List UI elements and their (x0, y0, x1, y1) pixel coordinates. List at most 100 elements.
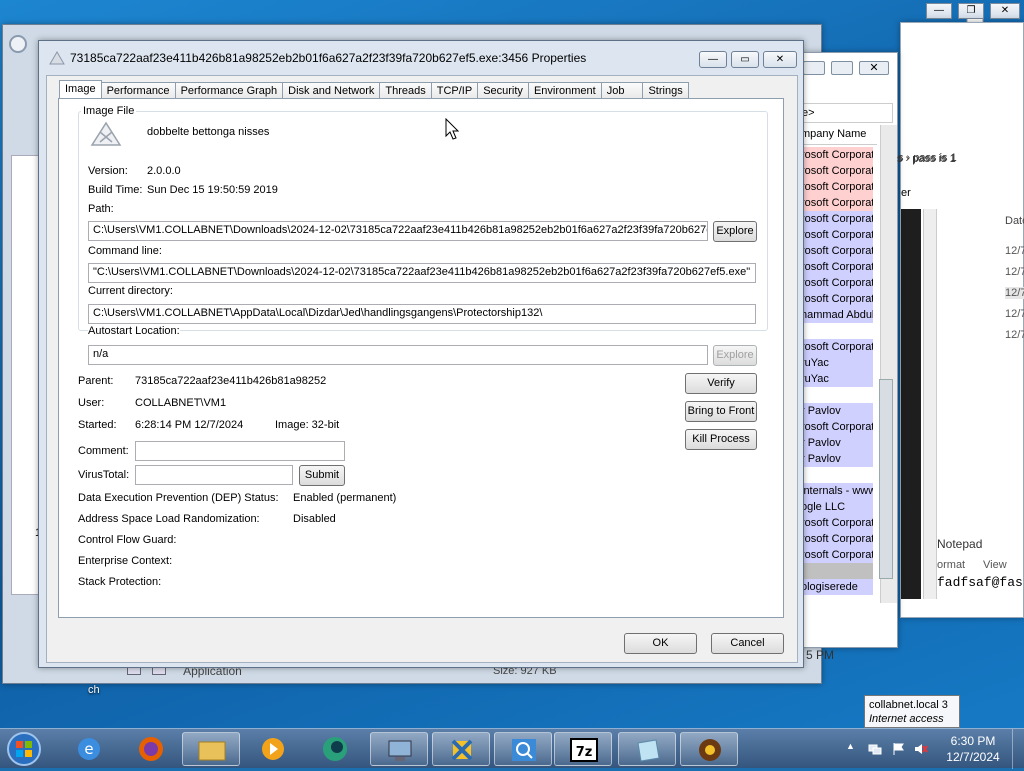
list-row[interactable]: ruYac (801, 355, 873, 371)
taskbar-file-explorer[interactable] (182, 732, 240, 766)
ok-button[interactable]: OK (624, 633, 697, 654)
ch-desktop-icon-label[interactable]: ch (88, 684, 100, 696)
list-close-button[interactable]: ✕ (859, 61, 889, 75)
verify-button[interactable]: Verify (685, 373, 757, 394)
dialog-close-button[interactable]: ✕ (763, 51, 797, 68)
list-row[interactable]: rosoft Corporat (801, 531, 873, 547)
taskbar-7zip[interactable]: 7z (554, 732, 612, 766)
submit-button[interactable]: Submit (299, 465, 345, 486)
list-scroll-thumb[interactable] (879, 379, 893, 579)
taskbar-search-app[interactable] (494, 732, 552, 766)
list-row[interactable] (801, 387, 873, 403)
puzzle-icon (451, 739, 473, 761)
autostart-explore-button[interactable]: Explore (713, 345, 757, 366)
build-time-label: Build Time: (88, 184, 143, 196)
command-line-field[interactable]: "C:\Users\VM1.COLLABNET\Downloads\2024-1… (88, 263, 756, 283)
list-row[interactable]: r Pavlov (801, 435, 873, 451)
list-row[interactable]: rosoft Corporat (801, 179, 873, 195)
list-row[interactable]: rosoft Corporat (801, 195, 873, 211)
notepad-menu-view[interactable]: View (983, 559, 1007, 571)
autostart-field[interactable]: n/a (88, 345, 708, 365)
network-icon[interactable] (868, 742, 882, 756)
media-player-icon (262, 738, 284, 760)
taskbar-puzzle-app[interactable] (432, 732, 490, 766)
list-row[interactable]: rosoft Corporat (801, 547, 873, 563)
list-row[interactable]: ruYac (801, 371, 873, 387)
list-row[interactable] (801, 323, 873, 339)
company-name-column-header[interactable]: mpany Name (797, 125, 877, 145)
close-button[interactable]: ✕ (990, 3, 1020, 19)
list-row[interactable]: rosoft Corporat (801, 147, 873, 163)
image-description: dobbelte bettonga nisses (147, 126, 270, 138)
current-directory-field[interactable]: C:\Users\VM1.COLLABNET\AppData\Local\Diz… (88, 304, 756, 324)
taskbar-media-player[interactable] (244, 732, 302, 766)
taskbar-firefox[interactable] (122, 732, 180, 766)
list-row[interactable]: r Pavlov (801, 403, 873, 419)
list-row[interactable]: r Pavlov (801, 451, 873, 467)
user-value: COLLABNET\VM1 (135, 397, 227, 409)
show-hidden-icons-button[interactable]: ▲ (846, 741, 855, 751)
dates-header[interactable]: Date (1005, 215, 1024, 227)
volume-muted-icon[interactable] (914, 742, 928, 756)
list-row[interactable]: rosoft Corporat (801, 515, 873, 531)
list-row[interactable]: rosoft Corporat (801, 291, 873, 307)
list-row[interactable]: ologiserede (801, 579, 873, 595)
list-top-field[interactable]: e> (797, 103, 893, 123)
kill-process-button[interactable]: Kill Process (685, 429, 757, 450)
taskbar-clock[interactable]: 6:30 PM 12/7/2024 (938, 733, 1008, 765)
list-row[interactable]: rosoft Corporat (801, 339, 873, 355)
tab-strip: Image Performance Performance Graph Disk an… (59, 79, 689, 102)
list-row[interactable]: hammad Abdul (801, 307, 873, 323)
list-row[interactable]: rosoft Corporat (801, 227, 873, 243)
virustotal-field[interactable] (135, 465, 293, 485)
show-desktop-button[interactable] (1012, 729, 1024, 769)
list-row[interactable]: ogle LLC (801, 499, 873, 515)
list-row[interactable]: internals - www (801, 483, 873, 499)
app-icon (49, 51, 65, 65)
taskbar-fraps[interactable] (680, 732, 738, 766)
list-row[interactable] (801, 467, 873, 483)
taskbar-notepad[interactable] (618, 732, 676, 766)
bring-to-front-button[interactable]: Bring to Front (685, 401, 757, 422)
autostart-label: Autostart Location: (88, 325, 180, 337)
command-line-label: Command line: (88, 245, 162, 257)
list-minimize-button[interactable] (803, 61, 825, 75)
path-field[interactable]: C:\Users\VM1.COLLABNET\Downloads\2024-12… (88, 221, 708, 241)
date-cell-1: 12/7 (1005, 245, 1024, 257)
clock-date: 12/7/2024 (946, 750, 1000, 764)
process-list-window: ✕ e> mpany Name rosoft Corporat rosoft Co… (796, 52, 956, 648)
dep-value: Enabled (permanent) (293, 492, 397, 504)
dialog-maximize-button[interactable]: ▭ (731, 51, 759, 68)
list-row[interactable]: rosoft Corporat (801, 275, 873, 291)
notepad-menu-format[interactable]: ormat (937, 559, 965, 571)
list-row[interactable]: rosoft Corporat (801, 243, 873, 259)
aslr-label: Address Space Load Randomization: (78, 513, 260, 525)
cancel-button[interactable]: Cancel (711, 633, 784, 654)
list-restore-button[interactable] (831, 61, 853, 75)
start-button[interactable] (4, 730, 48, 768)
comment-field[interactable] (135, 441, 345, 461)
windows-orb-icon (7, 732, 41, 766)
list-row[interactable] (801, 563, 873, 579)
list-row[interactable]: rosoft Corporat (801, 163, 873, 179)
comment-label: Comment: (78, 445, 129, 457)
virustotal-label: VirusTotal: (78, 469, 130, 481)
7zip-icon: 7z (570, 738, 598, 762)
image-bits-value: Image: 32-bit (275, 419, 340, 431)
dialog-body: Image Performance Performance Graph Disk an… (46, 75, 798, 663)
vertical-splitter[interactable] (923, 209, 937, 599)
folder-icon (198, 741, 226, 761)
restore-button[interactable]: ❐ (958, 3, 984, 19)
minimize-button[interactable]: — (926, 3, 952, 19)
taskbar-control-panel[interactable] (370, 732, 428, 766)
explore-button[interactable]: Explore (713, 221, 757, 242)
list-row[interactable]: rosoft Corporat (801, 419, 873, 435)
flag-icon[interactable] (892, 742, 906, 756)
taskbar-app-green[interactable] (306, 732, 364, 766)
list-row[interactable]: rosoft Corporat (801, 259, 873, 275)
dialog-minimize-button[interactable]: — (699, 51, 727, 68)
taskbar-internet-explorer[interactable]: e (60, 732, 118, 766)
aslr-value: Disabled (293, 513, 336, 525)
started-label: Started: (78, 419, 117, 431)
list-row[interactable]: rosoft Corporat (801, 211, 873, 227)
